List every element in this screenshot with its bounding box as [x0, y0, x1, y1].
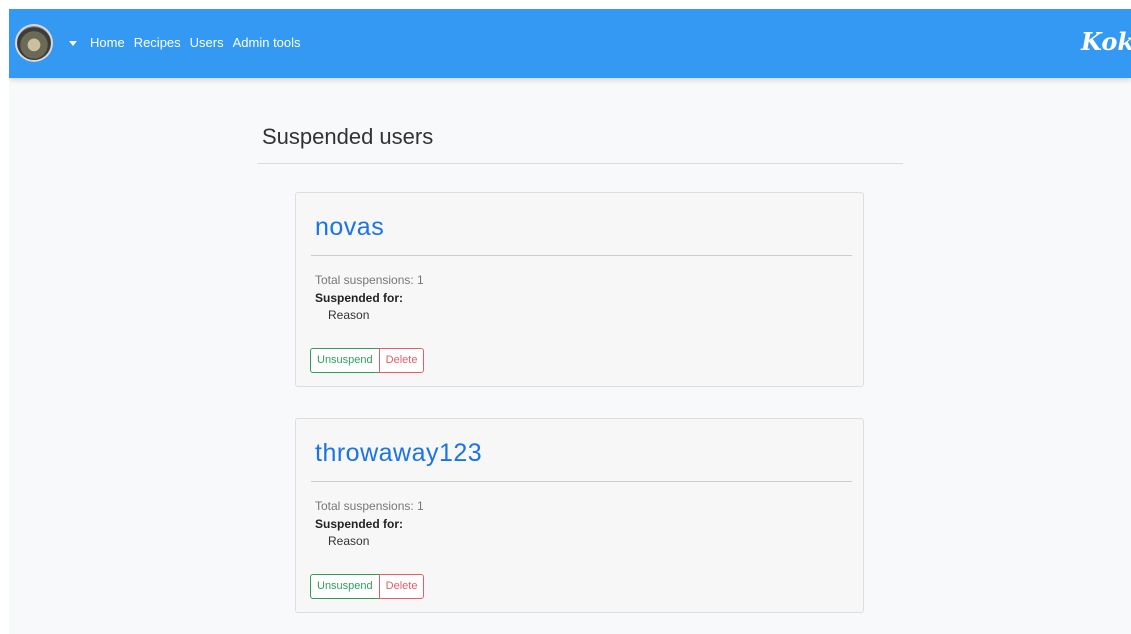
unsuspend-button[interactable]: Unsuspend	[310, 574, 380, 599]
total-suspensions: Total suspensions: 1	[315, 499, 424, 513]
delete-button[interactable]: Delete	[378, 348, 425, 373]
suspended-for-label: Suspended for:	[315, 517, 404, 531]
user-avatar[interactable]	[15, 24, 53, 62]
suspended-user-card: throwaway123 Total suspensions: 1 Suspen…	[295, 418, 864, 613]
suspended-user-card: novas Total suspensions: 1 Suspended for…	[295, 192, 864, 387]
card-actions: Unsuspend Delete	[310, 348, 425, 373]
brand-logo-text[interactable]: Koki	[1081, 26, 1131, 58]
card-divider	[311, 481, 852, 482]
nav-link-recipes[interactable]: Recipes	[134, 33, 181, 53]
title-divider	[258, 163, 903, 164]
nav-link-admin-tools[interactable]: Admin tools	[233, 33, 301, 53]
user-name-link[interactable]: novas	[315, 210, 384, 244]
unsuspend-button[interactable]: Unsuspend	[310, 348, 380, 373]
nav-link-home[interactable]: Home	[90, 33, 125, 53]
top-navbar: Home Recipes Users Admin tools Koki	[9, 9, 1131, 78]
suspension-reason: Reason	[328, 534, 370, 548]
nav-link-users[interactable]: Users	[190, 33, 224, 53]
delete-button[interactable]: Delete	[378, 574, 425, 599]
card-divider	[311, 255, 852, 256]
page-title: Suspended users	[262, 124, 434, 149]
total-suspensions: Total suspensions: 1	[315, 273, 424, 287]
suspension-reason: Reason	[328, 308, 370, 322]
card-actions: Unsuspend Delete	[310, 574, 425, 599]
nav-links: Home Recipes Users Admin tools	[90, 33, 310, 53]
caret-down-icon[interactable]	[69, 41, 77, 46]
suspended-for-label: Suspended for:	[315, 291, 404, 305]
user-name-link[interactable]: throwaway123	[315, 436, 482, 470]
page-viewport: Home Recipes Users Admin tools Koki Susp…	[9, 9, 1131, 634]
